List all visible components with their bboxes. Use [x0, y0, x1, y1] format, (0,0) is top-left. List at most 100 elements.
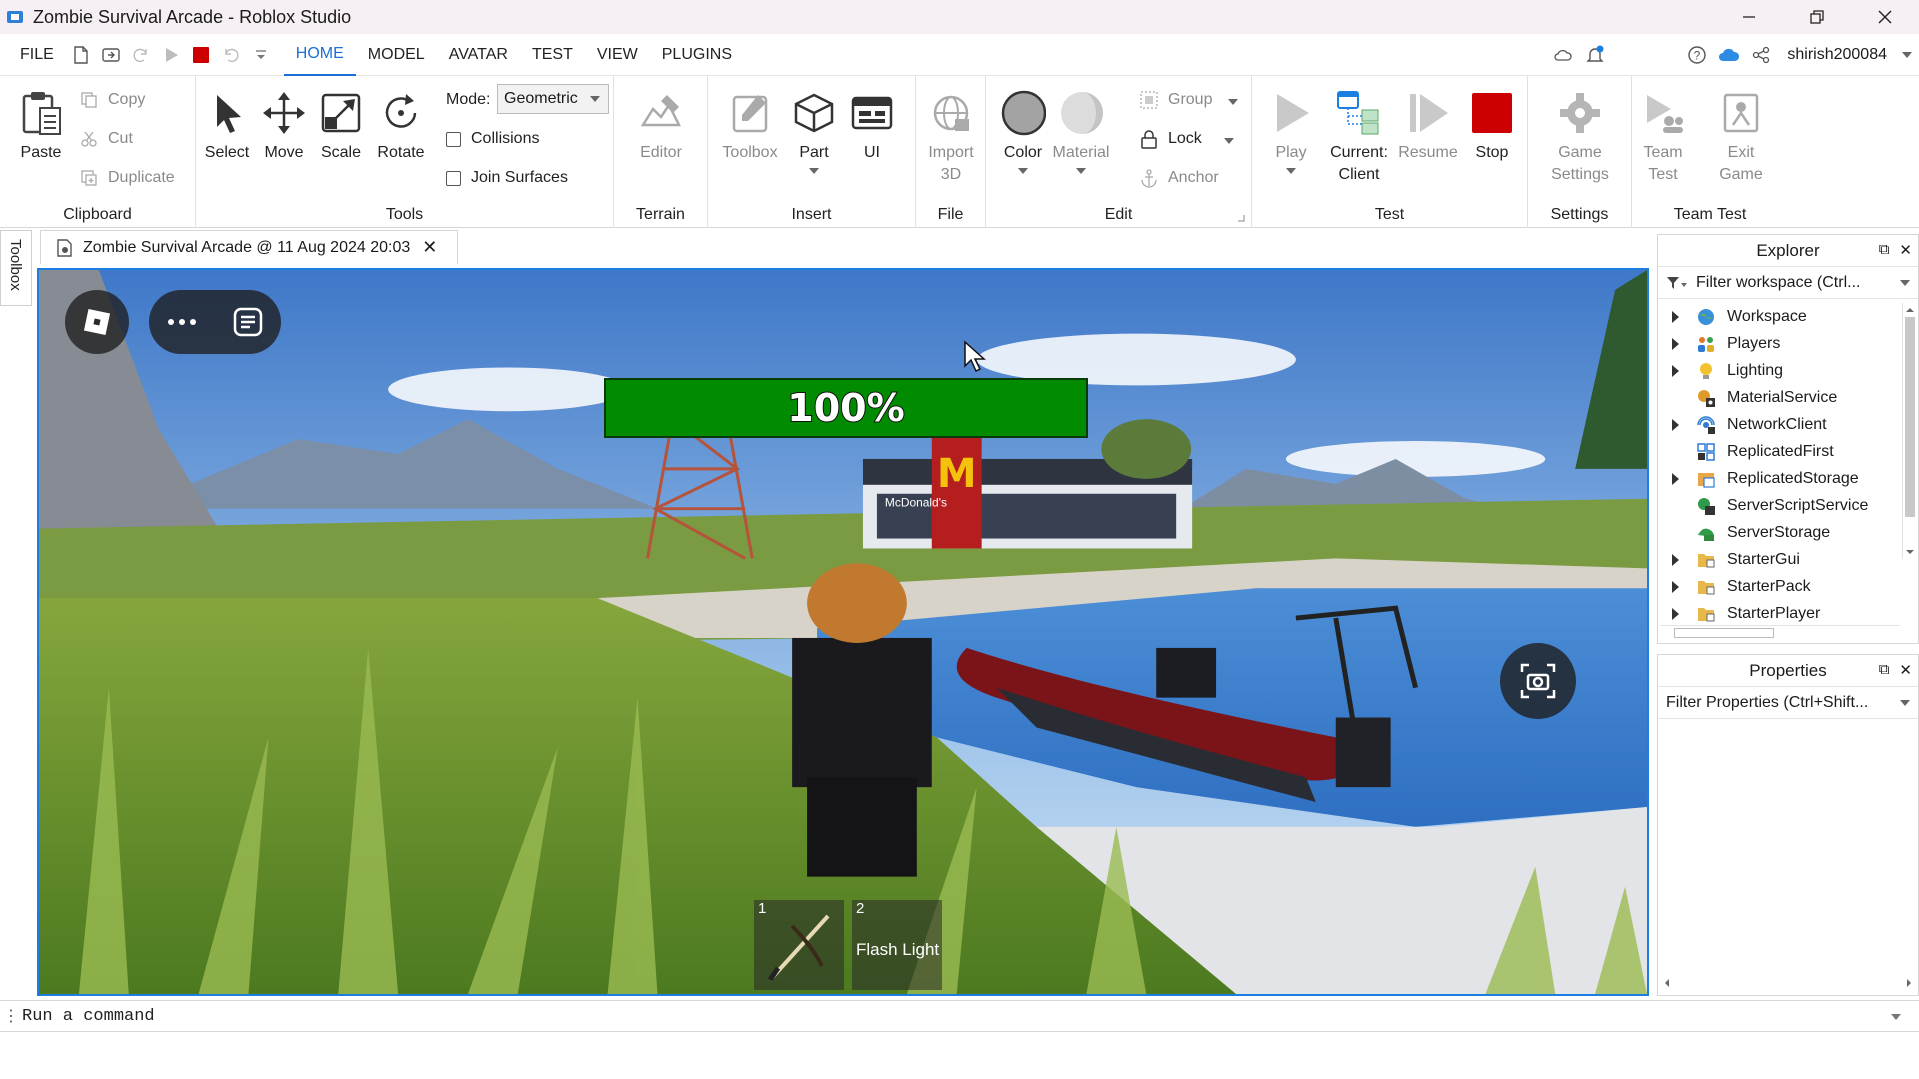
redo-icon[interactable] [126, 34, 156, 76]
scroll-up-icon[interactable] [1903, 305, 1917, 315]
undo-icon[interactable] [216, 34, 246, 76]
scroll-thumb[interactable] [1905, 317, 1915, 517]
publish-icon[interactable] [96, 34, 126, 76]
expand-arrow-icon[interactable] [1672, 364, 1679, 377]
quick-stop-icon[interactable] [186, 34, 216, 76]
command-bar[interactable]: ⋮ Run a command [0, 1000, 1919, 1032]
explorer-item-startergui[interactable]: StarterGui [1658, 546, 1918, 573]
chevron-down-icon[interactable] [1891, 1014, 1901, 1020]
rotate-tool-button[interactable]: Rotate [370, 90, 432, 164]
import-3d-button[interactable]: Import 3D [920, 90, 982, 185]
tab-home[interactable]: HOME [283, 34, 356, 76]
game-settings-button[interactable]: Game Settings [1549, 90, 1611, 185]
properties-horizontal-scrollbar[interactable] [1660, 977, 1916, 991]
toolbox-button[interactable]: Toolbox [719, 90, 781, 164]
terrain-editor-button[interactable]: Editor [630, 90, 692, 164]
chevron-down-icon[interactable] [1895, 51, 1919, 59]
anchor-button[interactable]: Anchor [1138, 164, 1219, 192]
expand-arrow-icon[interactable] [1672, 580, 1679, 593]
material-button[interactable]: Material [1050, 90, 1112, 174]
help-icon[interactable]: ? [1681, 45, 1713, 65]
restore-button[interactable] [1783, 0, 1851, 34]
explorer-item-workspace[interactable]: Workspace [1658, 303, 1918, 330]
explorer-item-starterpack[interactable]: StarterPack [1658, 573, 1918, 600]
document-tab[interactable]: Zombie Survival Arcade @ 11 Aug 2024 20:… [40, 230, 458, 264]
select-tool-button[interactable]: Select [196, 90, 258, 164]
explorer-item-networkclient[interactable]: NetworkClient [1658, 411, 1918, 438]
close-window-button[interactable] [1851, 0, 1919, 34]
lock-button[interactable]: Lock [1138, 125, 1234, 153]
tab-plugins[interactable]: PLUGINS [650, 34, 744, 76]
scroll-down-icon[interactable] [1903, 547, 1917, 557]
explorer-item-lighting[interactable]: Lighting [1658, 357, 1918, 384]
explorer-item-replicatedstorage[interactable]: ReplicatedStorage [1658, 465, 1918, 492]
expand-arrow-icon[interactable] [1672, 553, 1679, 566]
group-button[interactable]: Group [1138, 86, 1239, 114]
expand-arrow-icon[interactable] [1672, 607, 1679, 620]
hotbar-slot-2[interactable]: 2 Flash Light [852, 900, 942, 990]
explorer-item-serverstorage[interactable]: ServerStorage [1658, 519, 1918, 546]
chat-icon[interactable] [232, 306, 264, 338]
collisions-checkbox[interactable] [446, 131, 461, 147]
explorer-item-players[interactable]: Players [1658, 330, 1918, 357]
duplicate-button[interactable]: Duplicate [78, 164, 175, 192]
move-tool-button[interactable]: Move [253, 90, 315, 164]
explorer-horizontal-scrollbar[interactable] [1660, 625, 1900, 639]
expand-arrow-icon[interactable] [1672, 418, 1679, 431]
more-options-icon[interactable] [167, 318, 197, 326]
team-test-button[interactable]: Team Test [1632, 90, 1694, 185]
close-tab-icon[interactable]: ✕ [422, 237, 437, 258]
expand-arrow-icon[interactable] [1672, 310, 1679, 323]
cloud-sync-icon[interactable] [1547, 48, 1579, 62]
quick-play-icon[interactable] [156, 34, 186, 76]
explorer-item-starterplayer[interactable]: StarterPlayer [1658, 600, 1918, 627]
toolbox-side-tab[interactable]: Toolbox [0, 230, 32, 306]
scale-tool-button[interactable]: Scale [310, 90, 372, 164]
join-surfaces-checkbox[interactable] [446, 170, 461, 186]
tab-model[interactable]: MODEL [356, 34, 437, 76]
customize-quick-access-icon[interactable] [246, 34, 276, 76]
tab-avatar[interactable]: AVATAR [437, 34, 520, 76]
explorer-item-materialservice[interactable]: MaterialService [1658, 384, 1918, 411]
roblox-menu-button[interactable] [65, 290, 129, 354]
hotbar-slot-1[interactable]: 1 [754, 900, 844, 990]
current-client-button[interactable]: Current: Client [1323, 90, 1395, 185]
expand-arrow-icon[interactable] [1672, 337, 1679, 350]
properties-filter-input[interactable]: Filter Properties (Ctrl+Shift... [1658, 687, 1918, 719]
scroll-right-icon[interactable] [1904, 977, 1914, 989]
join-surfaces-toggle[interactable]: Join Surfaces [446, 164, 568, 192]
cut-button[interactable]: Cut [78, 125, 133, 153]
ui-button[interactable]: UI [841, 90, 903, 164]
game-viewport[interactable]: M McDonald's 100% 1 2 Flash Light [37, 268, 1649, 996]
close-panel-icon[interactable]: ✕ [1899, 241, 1912, 259]
copy-button[interactable]: Copy [78, 86, 145, 114]
expand-arrow-icon[interactable] [1672, 472, 1679, 485]
exit-game-button[interactable]: Exit Game [1710, 90, 1772, 185]
username-menu[interactable]: shirish200084 [1787, 46, 1887, 64]
mode-dropdown[interactable]: Geometric [497, 84, 609, 114]
paste-button[interactable]: Paste [10, 90, 72, 164]
collisions-toggle[interactable]: Collisions [446, 125, 539, 153]
hscroll-thumb[interactable] [1674, 628, 1774, 638]
undock-icon[interactable]: ⧉ [1879, 241, 1890, 259]
close-panel-icon[interactable]: ✕ [1899, 661, 1912, 679]
expand-group-icon[interactable] [1237, 214, 1245, 222]
tab-view[interactable]: VIEW [585, 34, 650, 76]
resume-button[interactable]: Resume [1397, 90, 1459, 164]
explorer-vertical-scrollbar[interactable] [1902, 303, 1916, 559]
scroll-left-icon[interactable] [1662, 977, 1672, 989]
drag-grip-icon[interactable]: ⋮ [0, 1006, 22, 1026]
color-button[interactable]: Color [992, 90, 1054, 174]
explorer-filter-input[interactable]: Filter workspace (Ctrl... [1658, 267, 1918, 299]
stop-button[interactable]: Stop [1461, 90, 1523, 164]
undock-icon[interactable]: ⧉ [1879, 661, 1890, 679]
play-button[interactable]: Play [1260, 90, 1322, 174]
part-button[interactable]: Part [783, 90, 845, 174]
tab-test[interactable]: TEST [520, 34, 585, 76]
command-input[interactable]: Run a command [22, 1007, 155, 1026]
file-menu[interactable]: FILE [0, 34, 66, 76]
minimize-button[interactable] [1715, 0, 1783, 34]
explorer-item-serverscriptservice[interactable]: ServerScriptService [1658, 492, 1918, 519]
new-file-icon[interactable] [66, 34, 96, 76]
explorer-item-replicatedfirst[interactable]: ReplicatedFirst [1658, 438, 1918, 465]
